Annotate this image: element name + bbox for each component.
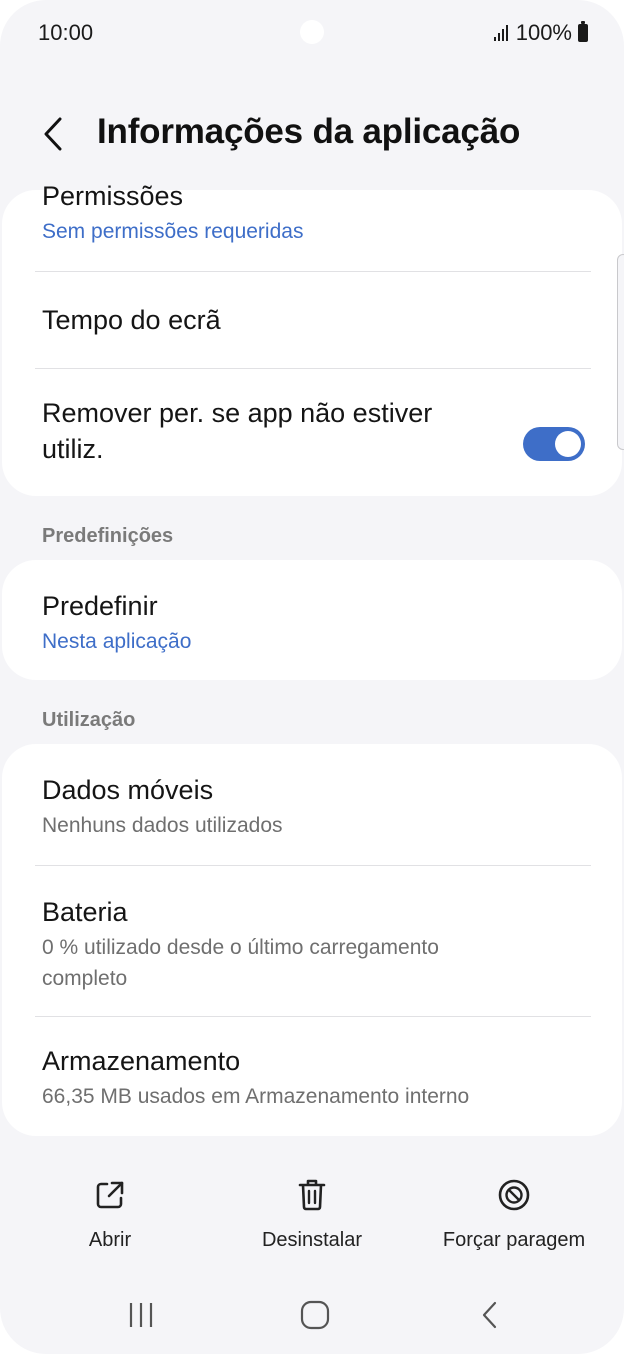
- battery-percent: 100%: [515, 20, 572, 45]
- back-icon: [44, 117, 62, 151]
- bottom-actions: Abrir Desinstalar Forçar paragem: [0, 1175, 624, 1265]
- trash-icon: [292, 1175, 332, 1215]
- remove-permissions-row[interactable]: Remover per. se app não estiver utiliz.: [2, 369, 622, 496]
- mobile-data-row[interactable]: Dados móveis Nenhuns dados utilizados: [2, 744, 622, 865]
- back-button[interactable]: [30, 110, 78, 158]
- settings-list[interactable]: Permissões Sem permissões requeridas Tem…: [0, 180, 624, 1140]
- nav-back-button[interactable]: [460, 1293, 520, 1337]
- battery-icon: [578, 21, 588, 42]
- navigation-bar: [0, 1285, 624, 1345]
- recents-icon: [129, 1303, 153, 1327]
- signal-icon: [493, 25, 508, 41]
- uninstall-label: Desinstalar: [261, 1229, 363, 1251]
- camera-cutout: [300, 20, 324, 44]
- scrollbar[interactable]: [617, 254, 624, 450]
- nav-back-icon: [482, 1301, 497, 1329]
- open-label: Abrir: [88, 1229, 132, 1251]
- section-label-defaults: Predefinições: [42, 525, 174, 547]
- battery-title: Bateria: [42, 897, 128, 927]
- home-button[interactable]: [285, 1293, 345, 1337]
- page-title: Informações da aplicação: [97, 112, 521, 151]
- mobile-data-sub: Nenhuns dados utilizados: [42, 814, 283, 837]
- home-icon: [300, 1300, 330, 1330]
- open-external-icon: [90, 1175, 130, 1215]
- remove-permissions-line1: Remover per. se app não estiver: [42, 398, 433, 428]
- status-indicators: 100%: [493, 20, 588, 46]
- mobile-data-title: Dados móveis: [42, 775, 214, 805]
- open-button[interactable]: Abrir: [60, 1175, 160, 1252]
- remove-permissions-toggle[interactable]: [523, 427, 585, 461]
- set-default-title: Predefinir: [42, 591, 158, 621]
- stop-icon: [494, 1175, 534, 1215]
- battery-sub-line2: completo: [42, 967, 128, 990]
- screen-time-row[interactable]: Tempo do ecrã: [2, 272, 622, 368]
- storage-title: Armazenamento: [42, 1046, 241, 1076]
- battery-row[interactable]: Bateria 0 % utilizado desde o último car…: [2, 866, 622, 1016]
- app-header: Informações da aplicação: [0, 96, 624, 176]
- defaults-card: Predefinir Nesta aplicação: [2, 560, 622, 680]
- status-bar: 10:00 100%: [0, 0, 624, 64]
- storage-row[interactable]: Armazenamento 66,35 MB usados em Armazen…: [2, 1017, 622, 1136]
- uninstall-button[interactable]: Desinstalar: [242, 1175, 382, 1252]
- permissions-card: Permissões Sem permissões requeridas Tem…: [2, 181, 622, 496]
- force-stop-label: Forçar paragem: [442, 1229, 586, 1251]
- remove-permissions-line2: utiliz.: [42, 434, 104, 464]
- storage-sub: 66,35 MB usados em Armazenamento interno: [42, 1085, 470, 1108]
- section-label-usage: Utilização: [42, 709, 136, 731]
- status-time: 10:00: [38, 20, 94, 45]
- battery-sub-line1: 0 % utilizado desde o último carregament…: [42, 936, 439, 959]
- set-default-sub: Nesta aplicação: [42, 630, 192, 653]
- recents-button[interactable]: [111, 1293, 171, 1337]
- set-default-row[interactable]: Predefinir Nesta aplicação: [2, 560, 622, 680]
- permissions-title: Permissões: [42, 181, 184, 211]
- force-stop-button[interactable]: Forçar paragem: [434, 1175, 594, 1252]
- screen-time-title: Tempo do ecrã: [42, 305, 221, 335]
- permissions-row[interactable]: Permissões Sem permissões requeridas: [2, 181, 622, 280]
- usage-card: Dados móveis Nenhuns dados utilizados Ba…: [2, 744, 622, 1136]
- toggle-knob: [555, 431, 581, 457]
- phone-screen: 10:00 100% Informações da aplicação Perm…: [0, 0, 624, 1354]
- permissions-sub: Sem permissões requeridas: [42, 220, 304, 243]
